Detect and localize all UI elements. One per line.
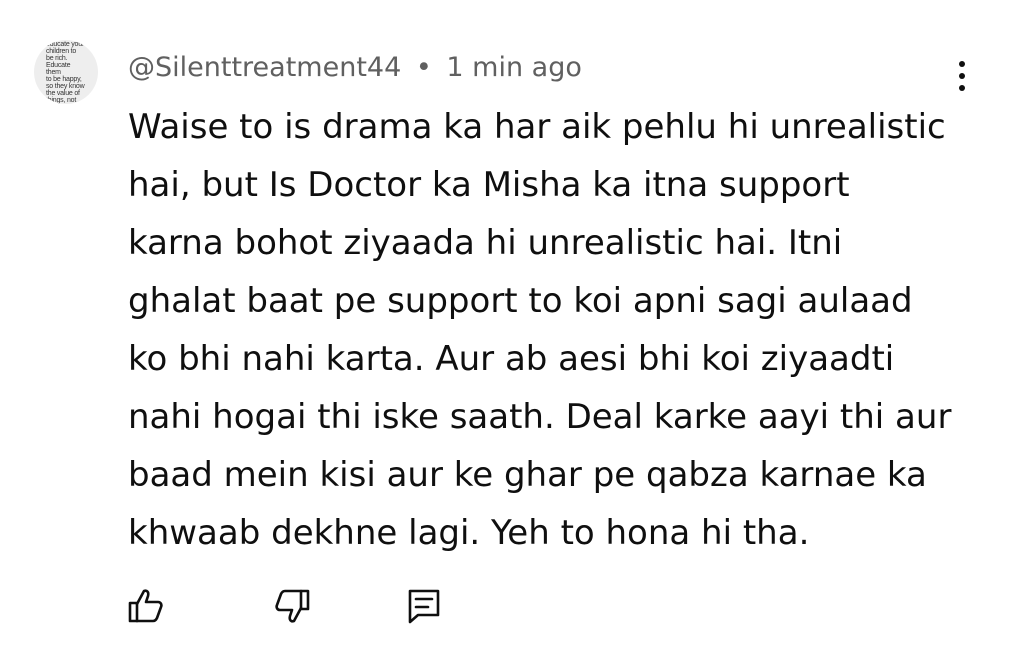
comment-timestamp[interactable]: 1 min ago [446, 52, 581, 83]
dislike-button[interactable] [266, 580, 318, 632]
comment-line: karna bohot ziyaada hi unrealistic hai. … [128, 223, 843, 263]
more-vertical-icon-dot [959, 73, 965, 79]
more-vertical-icon-dot [959, 85, 965, 91]
like-button[interactable] [120, 580, 172, 632]
thumbs-up-icon [128, 589, 163, 623]
comment-text: Waise to is drama ka har aik pehlu hi un… [128, 98, 958, 562]
comment-line: ko bhi nahi karta. Aur ab aesi bhi koi z… [128, 339, 895, 379]
avatar[interactable]: don't educate your children to be rich. … [34, 40, 98, 104]
comment-header: @Silenttreatment44 • 1 min ago [128, 50, 582, 86]
comment-line: Waise to is drama ka har aik pehlu hi un… [128, 107, 946, 147]
author-handle[interactable]: @Silenttreatment44 [128, 52, 401, 83]
avatar-image-text: don't educate your children to be rich. … [46, 40, 85, 104]
more-options-button[interactable] [946, 56, 978, 96]
comment-line: ghalat baat pe support to koi apni sagi … [128, 281, 913, 321]
reply-comment-icon [408, 589, 440, 624]
comment-line: baad mein kisi aur ke ghar pe qabza karn… [128, 455, 927, 495]
more-vertical-icon [959, 61, 965, 67]
comment-line: hai, but Is Doctor ka Misha ka itna supp… [128, 165, 850, 205]
thumbs-down-icon [275, 589, 310, 623]
comment-line: nahi hogai thi iske saath. Deal karke aa… [128, 397, 952, 437]
separator-dot: • [415, 52, 432, 83]
comment-line: khwaab dekhne lagi. Yeh to hona hi tha. [128, 513, 810, 553]
comment-actions [118, 580, 458, 632]
reply-button[interactable] [398, 580, 450, 632]
